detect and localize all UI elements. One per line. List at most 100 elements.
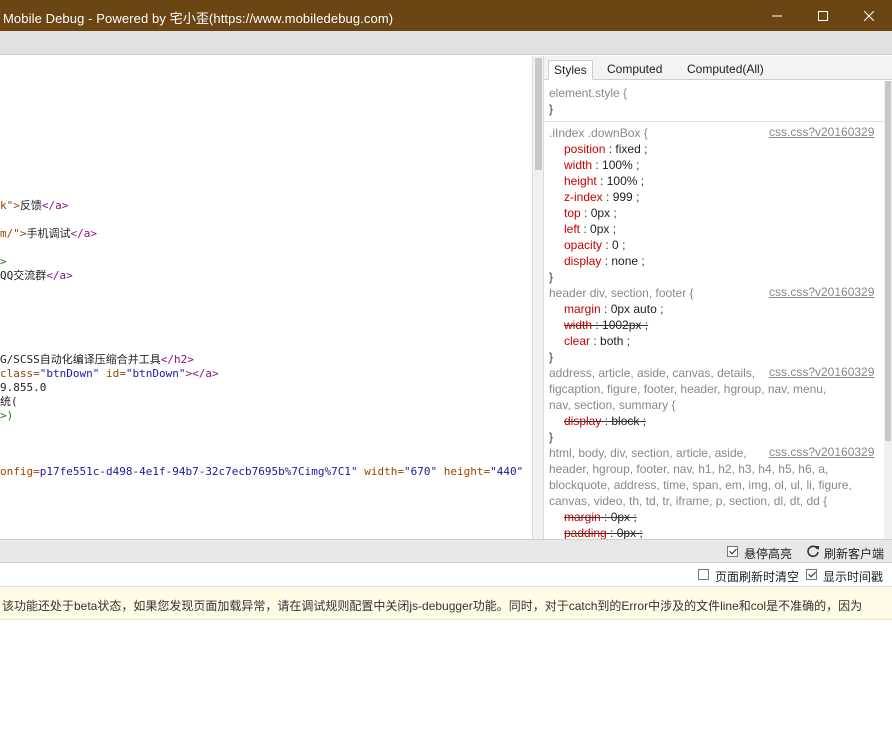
source-view-panel[interactable]: k">反馈</a> m/">手机调试</a> > QQ交流群</a> G/SCSS自动化… xyxy=(0,56,532,539)
css-colon: : xyxy=(600,510,611,524)
css-property[interactable]: top : 0px ; xyxy=(564,205,617,221)
css-selector[interactable]: .iIndex .downBox { xyxy=(549,125,648,141)
css-rule-close: } xyxy=(549,102,554,116)
source-scrollbar-thumb[interactable] xyxy=(535,58,542,170)
css-property-name: clear xyxy=(564,334,591,348)
css-property-value: 0 xyxy=(612,238,619,252)
source-token: ></a> xyxy=(185,367,219,380)
css-property-value: 1002px xyxy=(602,318,642,332)
refresh-client-button[interactable]: 刷新客户端 xyxy=(824,545,884,562)
styles-scrollbar[interactable] xyxy=(884,81,892,539)
beta-notice: 该功能还处于beta状态，如果您发现页面加载异常，请在调试规则配置中关闭js-d… xyxy=(0,588,892,620)
css-selector[interactable]: header div, section, footer { xyxy=(549,285,694,301)
css-property[interactable]: left : 0px ; xyxy=(564,221,616,237)
css-semicolon: ; xyxy=(656,302,664,316)
css-property[interactable]: height : 100% ; xyxy=(564,173,644,189)
css-property-value: 100% xyxy=(602,158,633,172)
maximize-button[interactable] xyxy=(800,0,846,31)
source-token: </a> xyxy=(70,227,98,240)
css-property[interactable]: z-index : 999 ; xyxy=(564,189,639,205)
css-semicolon: ; xyxy=(610,206,617,220)
css-property[interactable]: clear : both ; xyxy=(564,333,630,349)
css-colon: : xyxy=(580,222,591,236)
source-line[interactable]: m/">手机调试</a> xyxy=(0,227,97,241)
source-scrollbar[interactable] xyxy=(532,56,544,539)
close-button[interactable] xyxy=(846,0,892,31)
css-colon: : xyxy=(601,414,612,428)
source-line[interactable]: class="btnDown" id="btnDown"></a> xyxy=(0,367,219,381)
css-property[interactable]: width : 100% ; xyxy=(564,157,639,173)
css-semicolon: ; xyxy=(618,238,626,252)
css-property[interactable]: padding : 0px ; xyxy=(564,525,643,539)
css-property[interactable]: display : none ; xyxy=(564,253,645,269)
css-source-link[interactable]: css.css?v20160329 xyxy=(769,125,874,139)
css-property[interactable]: opacity : 0 ; xyxy=(564,237,625,253)
css-property-name: z-index xyxy=(564,190,603,204)
show-timestamp-checkbox[interactable] xyxy=(806,569,817,580)
source-line[interactable]: QQ交流群</a> xyxy=(0,269,73,283)
css-colon: : xyxy=(605,142,616,156)
source-line[interactable]: k">反馈</a> xyxy=(0,199,68,213)
css-property[interactable]: margin : 0px auto ; xyxy=(564,301,663,317)
css-selector[interactable]: figcaption, figure, footer, header, hgro… xyxy=(549,381,826,397)
css-semicolon: ; xyxy=(640,142,648,156)
css-selector[interactable]: nav, section, summary { xyxy=(549,397,676,413)
source-line[interactable]: 统( xyxy=(0,395,18,409)
source-line[interactable]: onfig=p17fe551c-d498-4e1f-94b7-32c7ecb76… xyxy=(0,465,523,479)
minimize-button[interactable] xyxy=(754,0,800,31)
css-property-value: 0px xyxy=(616,526,637,539)
css-selector[interactable]: blockquote, address, time, span, em, img… xyxy=(549,477,852,493)
source-token: 反馈 xyxy=(19,199,42,212)
css-selector[interactable]: header, hgroup, footer, nav, h1, h2, h3,… xyxy=(549,461,828,477)
source-line[interactable]: > xyxy=(0,255,7,269)
inspector-toolbar: 悬停高亮 刷新客户端 xyxy=(0,539,892,563)
source-token: "440" xyxy=(490,465,524,478)
css-property-value: 100% xyxy=(606,174,638,188)
css-semicolon: ; xyxy=(637,174,645,188)
source-token: id= xyxy=(99,367,126,380)
source-token: </h2> xyxy=(160,353,194,366)
css-property-name: margin xyxy=(564,302,601,316)
css-selector[interactable]: canvas, video, th, td, tr, iframe, p, se… xyxy=(549,493,827,509)
css-semicolon: ; xyxy=(609,222,617,236)
css-property-name: position xyxy=(564,142,606,156)
css-selector[interactable]: html, body, div, section, article, aside… xyxy=(549,445,747,461)
source-token: onfig= xyxy=(0,465,40,478)
hover-highlight-checkbox[interactable] xyxy=(727,546,738,557)
tab-computed[interactable]: Computed xyxy=(602,60,667,80)
css-selector[interactable]: element.style { xyxy=(549,85,627,101)
close-icon xyxy=(864,10,874,21)
source-line[interactable]: G/SCSS自动化编译压缩合并工具</h2> xyxy=(0,353,194,367)
css-property[interactable]: margin : 0px ; xyxy=(564,509,637,525)
source-line[interactable]: >) xyxy=(0,409,13,423)
css-source-link[interactable]: css.css?v20160329 xyxy=(769,445,874,459)
rule-divider xyxy=(544,121,884,122)
styles-scrollbar-thumb[interactable] xyxy=(885,81,891,441)
css-property-name: left xyxy=(564,222,581,236)
source-token: 手机调试 xyxy=(26,227,71,240)
hover-highlight-label: 悬停高亮 xyxy=(744,547,793,561)
css-property-name: height xyxy=(564,174,597,188)
css-property[interactable]: width : 1002px ; xyxy=(564,317,648,333)
css-property[interactable]: position : fixed ; xyxy=(564,141,647,157)
tab-styles[interactable]: Styles xyxy=(548,60,593,80)
css-property-value: block xyxy=(611,414,640,428)
css-semicolon: ; xyxy=(636,526,643,539)
beta-notice-text: 该功能还处于beta状态，如果您发现页面加载异常，请在调试规则配置中关闭js-d… xyxy=(2,599,863,613)
tab-computed-all[interactable]: Computed(All) xyxy=(682,60,769,80)
css-property[interactable]: display : block ; xyxy=(564,413,646,429)
css-property-value: 0px xyxy=(590,206,611,220)
css-property-name: padding xyxy=(564,526,607,539)
source-token: 9.855.0 xyxy=(0,381,47,394)
css-selector[interactable]: address, article, aside, canvas, details… xyxy=(549,365,755,381)
css-source-link[interactable]: css.css?v20160329 xyxy=(769,365,874,379)
css-property-name: top xyxy=(564,206,581,220)
clear-on-refresh-checkbox[interactable] xyxy=(698,569,709,580)
source-line[interactable]: 9.855.0 xyxy=(0,381,46,395)
refresh-icon[interactable] xyxy=(806,544,820,558)
source-token: "btnDown" xyxy=(125,367,186,380)
minimize-icon xyxy=(772,15,782,16)
css-property-value: 999 xyxy=(612,190,633,204)
css-source-link[interactable]: css.css?v20160329 xyxy=(769,285,874,299)
source-token: p17fe551c-d498-4e1f-94b7-32c7ecb7695b%7C… xyxy=(39,465,358,478)
